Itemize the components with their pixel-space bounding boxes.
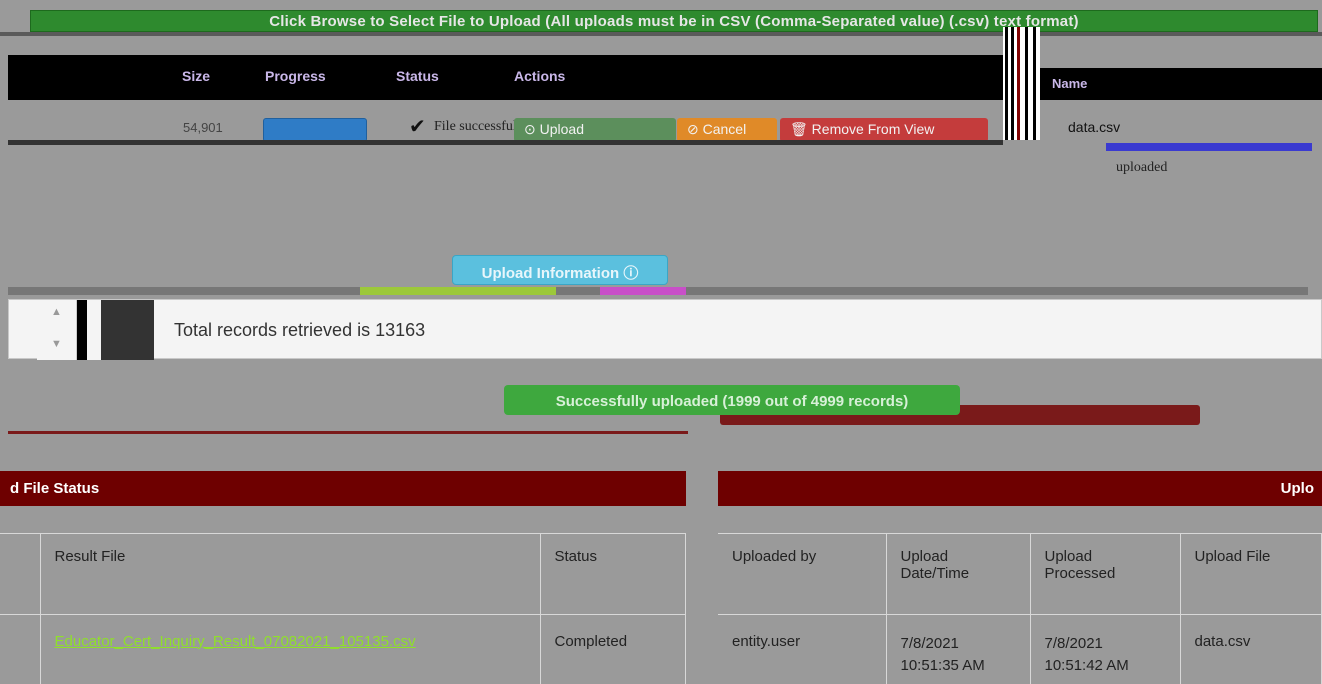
upload-panel-toolbar (718, 506, 1322, 534)
header-size: Size (182, 68, 211, 84)
records-count: Total records retrieved is 13163 (174, 320, 426, 340)
col-uploaded-by: Uploaded by (718, 534, 887, 615)
table-row: entity.user 7/8/2021 10:51:35 AM 7/8/202… (718, 614, 1322, 684)
col-status: Status (540, 534, 686, 615)
uploaded-note: uploaded (1116, 160, 1168, 175)
spinner-up-icon: ▲ (51, 306, 62, 318)
instruction-banner: Click Browse to Select File to Upload (A… (30, 10, 1318, 32)
success-alert: Successfully uploaded (1999 out of 4999 … (504, 385, 960, 415)
file-status-panel: d File Status Result File Status Educato… (0, 471, 686, 684)
file-size: 54,901 (183, 120, 223, 135)
upload-date: 7/8/2021 (900, 634, 959, 652)
records-panel: ▲ ▼ Total records retrieved is 13163 (8, 299, 1322, 360)
cancel-button[interactable]: ⊘ Cancel (677, 118, 777, 142)
upload-information-label: Upload Information ⓘ (481, 265, 639, 282)
file-status-toolbar (0, 506, 686, 534)
trash-icon: 🗑 (790, 121, 808, 137)
file-status-table: Result File Status Educator_Cert_Inquiry… (0, 534, 686, 684)
col-spacer (0, 534, 41, 615)
upload-panel: Uplo Uploaded by Upload Date/Time Upload… (718, 471, 1322, 684)
upload-table: Uploaded by Upload Date/Time Upload Proc… (718, 534, 1322, 684)
processed-time: 10:51:42 AM (1044, 656, 1129, 674)
file-status-title: d File Status (0, 471, 686, 506)
header-actions: Actions (514, 68, 566, 84)
remove-from-view-button[interactable]: 🗑 Remove From View (780, 118, 988, 142)
section-divider (8, 431, 688, 434)
processed-datetime-cell: 7/8/2021 10:51:42 AM (1030, 614, 1181, 684)
header-progress: Progress (265, 68, 326, 84)
records-spinner[interactable]: ▲ ▼ (37, 300, 77, 360)
header-status: Status (396, 68, 439, 84)
info-divider (8, 287, 1308, 295)
header-name-cell: Name (1040, 68, 1322, 100)
header-name: Name (1052, 76, 1088, 91)
upload-queue-header: Size Progress Status Actions (8, 55, 1003, 100)
result-file-cell: Educator_Cert_Inquiry_Result_07082021_10… (40, 614, 541, 684)
uploaded-by-cell: entity.user (718, 614, 887, 684)
spinner-down-icon: ▼ (51, 338, 62, 350)
col-upload-file: Upload File (1180, 534, 1322, 615)
column-divider-bars (1003, 27, 1040, 140)
status-cell: Completed (540, 614, 686, 684)
cancel-icon: ⊘ (687, 121, 699, 137)
check-icon: ✔ (409, 116, 426, 138)
processed-date: 7/8/2021 (1044, 634, 1103, 652)
upload-icon: ⊙ (524, 121, 536, 137)
file-row-divider (8, 140, 1003, 145)
row-spacer (0, 614, 41, 684)
success-text: Successfully uploaded (1999 out of 4999 … (555, 393, 909, 410)
col-upload-processed: Upload Processed (1030, 534, 1181, 615)
browse-progress-button[interactable] (263, 118, 367, 142)
file-name: data.csv (1068, 119, 1121, 135)
remove-button-label: Remove From View (811, 121, 935, 137)
cancel-button-label: Cancel (702, 121, 747, 137)
info-icon: ⓘ (623, 265, 639, 282)
upload-information-button[interactable]: Upload Information ⓘ (452, 255, 668, 285)
upload-panel-title: Uplo (718, 471, 1322, 506)
col-upload-datetime: Upload Date/Time (886, 534, 1031, 615)
banner-divider (0, 32, 1322, 36)
upload-button[interactable]: ⊙ Upload (514, 118, 676, 142)
col-result-file: Result File (40, 534, 541, 615)
upload-time: 10:51:35 AM (900, 656, 985, 674)
result-file-link[interactable]: Educator_Cert_Inquiry_Result_07082021_10… (55, 633, 416, 650)
instruction-text: Click Browse to Select File to Upload (A… (269, 13, 1079, 30)
upload-progress-bar (1106, 143, 1312, 151)
records-side-block (77, 300, 154, 360)
upload-button-label: Upload (539, 121, 584, 137)
table-row: Educator_Cert_Inquiry_Result_07082021_10… (0, 614, 686, 684)
upload-datetime-cell: 7/8/2021 10:51:35 AM (886, 614, 1031, 684)
upload-file-cell: data.csv (1180, 614, 1322, 684)
